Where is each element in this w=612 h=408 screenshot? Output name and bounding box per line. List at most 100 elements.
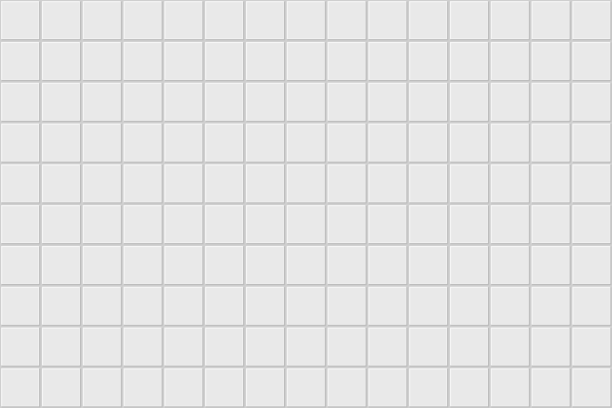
tile-face — [2, 328, 39, 365]
tile — [409, 1, 449, 41]
tile-face — [124, 247, 161, 284]
tile-face — [328, 83, 365, 121]
tile — [449, 41, 490, 82]
tile-face — [206, 2, 243, 39]
tile — [41, 327, 82, 367]
tile — [164, 164, 204, 204]
tile — [123, 41, 163, 82]
tile — [490, 82, 530, 122]
tile — [531, 1, 571, 41]
tile-face — [165, 369, 202, 406]
tile-face — [573, 165, 610, 202]
tile-face — [573, 124, 610, 161]
tile-face — [165, 328, 202, 365]
tile — [490, 123, 530, 163]
tile — [205, 286, 245, 326]
tile — [531, 82, 571, 122]
tile — [41, 245, 82, 286]
tile — [82, 164, 122, 204]
tile-face — [532, 2, 569, 39]
tile-face — [451, 328, 488, 365]
tile — [164, 123, 204, 163]
tile-face — [491, 247, 529, 284]
tile-face — [2, 247, 39, 284]
tile — [368, 205, 408, 245]
tile-face — [43, 206, 80, 243]
tile-face — [124, 206, 161, 243]
tile-face — [43, 369, 80, 406]
tile-face — [83, 2, 121, 39]
tile — [409, 82, 449, 122]
tile — [286, 368, 326, 408]
tile-face — [247, 165, 284, 202]
tile — [327, 164, 367, 204]
tile — [164, 368, 204, 408]
tile — [286, 123, 326, 163]
tile-face — [410, 83, 447, 121]
tile — [286, 205, 326, 245]
tile-face — [2, 369, 39, 406]
tile-face — [410, 165, 447, 202]
tile-face — [532, 328, 569, 365]
tile — [572, 368, 612, 408]
tile — [41, 205, 82, 245]
tile-face — [491, 328, 529, 365]
tile — [449, 368, 490, 408]
tile-face — [165, 206, 202, 243]
tile-face — [287, 2, 325, 39]
tile — [1, 368, 41, 408]
tile-face — [410, 247, 447, 284]
tile — [286, 327, 326, 367]
tile-face — [328, 247, 365, 284]
tile-face — [2, 287, 39, 325]
tile-face — [532, 206, 569, 243]
tile — [245, 245, 286, 286]
tile-face — [43, 2, 80, 39]
tile-face — [369, 369, 406, 406]
tile — [490, 164, 530, 204]
tile-face — [124, 165, 161, 202]
tile-face — [247, 206, 284, 243]
tile — [449, 123, 490, 163]
tile — [1, 327, 41, 367]
tile-face — [410, 328, 447, 365]
tile-face — [287, 369, 325, 406]
tile-face — [165, 83, 202, 121]
tile — [409, 286, 449, 326]
tile-face — [328, 165, 365, 202]
tile-face — [410, 287, 447, 325]
tile-face — [165, 124, 202, 161]
tile — [245, 41, 286, 82]
tile-face — [206, 369, 243, 406]
tile-face — [206, 83, 243, 121]
tile — [327, 286, 367, 326]
tile-face — [328, 43, 365, 80]
tile — [205, 368, 245, 408]
tile — [82, 82, 122, 122]
tile-face — [165, 43, 202, 80]
tile — [327, 205, 367, 245]
tile — [327, 41, 367, 82]
tile-face — [2, 83, 39, 121]
tile — [1, 1, 41, 41]
tile-face — [491, 206, 529, 243]
tile — [490, 205, 530, 245]
tile — [490, 368, 530, 408]
tile — [572, 205, 612, 245]
tile — [490, 245, 530, 286]
tile-face — [165, 165, 202, 202]
tile — [1, 245, 41, 286]
tile-face — [410, 124, 447, 161]
tile — [368, 245, 408, 286]
tile-face — [573, 328, 610, 365]
tile-face — [451, 287, 488, 325]
tile — [449, 164, 490, 204]
tile — [82, 205, 122, 245]
tile-face — [247, 43, 284, 80]
tile-face — [43, 287, 80, 325]
tile — [245, 123, 286, 163]
tile-face — [573, 43, 610, 80]
tile-face — [573, 83, 610, 121]
tile-face — [247, 247, 284, 284]
tile-face — [369, 2, 406, 39]
